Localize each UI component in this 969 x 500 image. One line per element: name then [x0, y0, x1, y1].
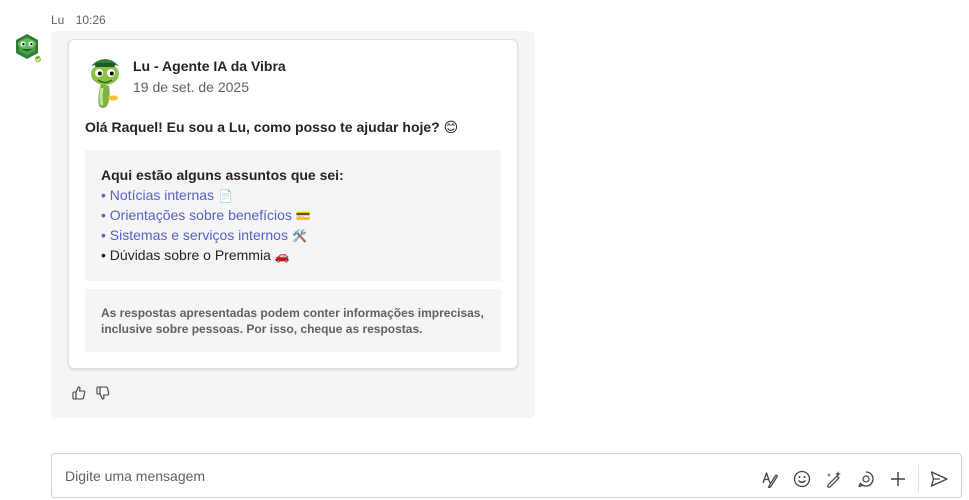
credit-card-emoji-icon: 💳: [295, 209, 311, 223]
greeting-text: Olá Raquel! Eu sou a Lu, como posso te a…: [85, 119, 458, 136]
send-icon[interactable]: [929, 469, 949, 489]
greeting-label: Olá Raquel! Eu sou a Lu, como posso te a…: [85, 119, 440, 135]
document-emoji-icon: 📄: [218, 189, 234, 203]
topic-label: • Sistemas e serviços internos: [101, 227, 288, 243]
adaptive-card: Lu - Agente IA da Vibra 19 de set. de 20…: [68, 39, 518, 369]
presence-available-icon: [33, 54, 43, 64]
toolbar-divider: [918, 466, 919, 492]
add-icon[interactable]: [888, 469, 908, 489]
message-composer: [51, 453, 962, 498]
thumbs-up-icon[interactable]: [71, 385, 87, 401]
topic-premmia: • Dúvidas sobre o Premmia 🚗: [101, 247, 290, 263]
reaction-bar: [71, 385, 111, 401]
thumbs-down-icon[interactable]: [95, 385, 111, 401]
message-input[interactable]: [65, 466, 745, 486]
chat-page: Lu 10:26 Lu - Agente IA da Vibra 19 de s…: [0, 0, 969, 500]
card-header: Lu - Agente IA da Vibra 19 de set. de 20…: [85, 54, 505, 110]
message-meta: Lu 10:26: [51, 13, 106, 27]
topic-noticias-internas[interactable]: • Notícias internas 📄: [101, 187, 233, 203]
topic-sistemas-servicos[interactable]: • Sistemas e serviços internos 🛠️: [101, 227, 307, 243]
card-title: Lu - Agente IA da Vibra: [133, 58, 286, 74]
topic-label: • Orientações sobre benefícios: [101, 207, 292, 223]
loop-icon[interactable]: [856, 469, 876, 489]
sender-name: Lu: [51, 13, 65, 27]
emoji-icon[interactable]: [792, 469, 812, 489]
topic-label: • Notícias internas: [101, 187, 215, 203]
disclaimer-text: As respostas apresentadas podem conter i…: [101, 306, 484, 336]
tools-emoji-icon: 🛠️: [291, 229, 307, 243]
format-icon[interactable]: [760, 469, 780, 489]
disclaimer-box: As respostas apresentadas podem conter i…: [85, 289, 501, 352]
card-date: 19 de set. de 2025: [133, 79, 249, 95]
topics-title: Aqui estão alguns assuntos que sei:: [101, 167, 344, 183]
composer-toolbar: [760, 466, 949, 492]
topic-beneficios[interactable]: • Orientações sobre benefícios 💳: [101, 207, 311, 223]
lu-mascot-icon: [85, 54, 125, 110]
smile-emoji-icon: 😊: [443, 119, 459, 135]
topic-label: • Dúvidas sobre o Premmia: [101, 247, 271, 263]
sender-avatar[interactable]: [10, 31, 44, 65]
car-emoji-icon: 🚗: [274, 249, 290, 263]
message-bubble: Lu - Agente IA da Vibra 19 de set. de 20…: [51, 31, 535, 418]
copilot-icon[interactable]: [824, 469, 844, 489]
message-time: 10:26: [75, 13, 106, 27]
topics-box: Aqui estão alguns assuntos que sei: • No…: [85, 150, 501, 281]
